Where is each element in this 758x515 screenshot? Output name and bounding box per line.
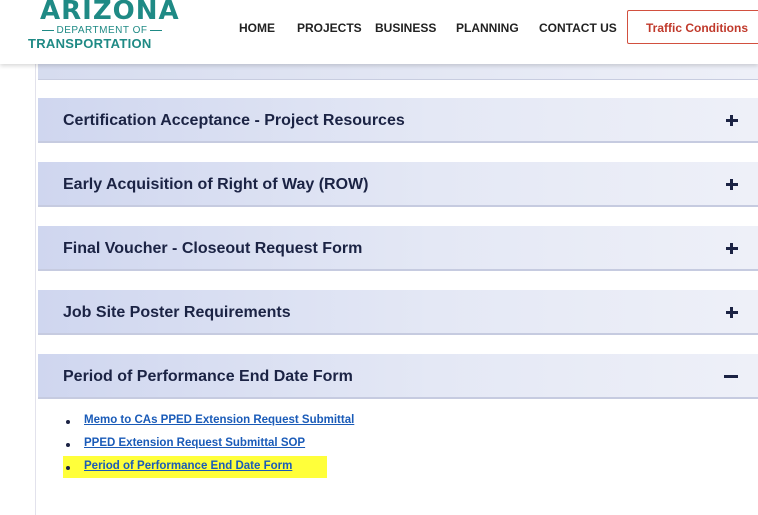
bullet-icon [66,420,70,424]
nav-projects[interactable]: PROJECTS [297,21,362,35]
link-period-of-performance-form[interactable]: Period of Performance End Date Form [84,460,292,472]
plus-icon-vertical [730,179,733,190]
traffic-conditions-button[interactable]: Traffic Conditions [627,10,758,44]
link-pped-sop[interactable]: PPED Extension Request Submittal SOP [84,437,305,449]
accordion-item-title: Period of Performance End Date Form [63,368,353,385]
accordion-item-period-of-performance[interactable]: Period of Performance End Date Form [38,354,758,399]
nav-business[interactable]: BUSINESS [375,21,436,35]
accordion-item-title: Certification Acceptance - Project Resou… [63,112,405,129]
adot-logo[interactable]: ARIZONA DEPARTMENT OF TRANSPORTATION [22,0,182,60]
plus-icon-vertical [730,115,733,126]
logo-transportation-text: TRANSPORTATION [28,36,152,51]
accordion-item-job-site-poster[interactable]: Job Site Poster Requirements [38,290,758,335]
plus-icon-vertical [730,307,733,318]
accordion-item-early-acquisition[interactable]: Early Acquisition of Right of Way (ROW) [38,162,758,207]
bullet-icon [66,466,70,470]
logo-arizona-text: ARIZONA [40,0,180,26]
logo-dept-line: DEPARTMENT OF [22,25,182,36]
nav-planning[interactable]: PLANNING [456,21,519,35]
nav-home[interactable]: HOME [239,21,275,35]
accordion-container: Certification Acceptance - Project Resou… [35,64,758,515]
link-memo-to-cas[interactable]: Memo to CAs PPED Extension Request Submi… [84,414,354,426]
plus-icon-vertical [730,243,733,254]
site-header: ARIZONA DEPARTMENT OF TRANSPORTATION HOM… [0,0,758,64]
nav-contact-us[interactable]: CONTACT US [539,21,617,35]
logo-dept-text: DEPARTMENT OF [56,25,148,36]
bullet-icon [66,443,70,447]
accordion-item-partial[interactable] [38,64,758,80]
accordion-item-certification-acceptance[interactable]: Certification Acceptance - Project Resou… [38,98,758,143]
accordion-item-final-voucher[interactable]: Final Voucher - Closeout Request Form [38,226,758,271]
accordion-item-title: Final Voucher - Closeout Request Form [63,240,363,257]
accordion-item-title: Early Acquisition of Right of Way (ROW) [63,176,369,193]
accordion-item-title: Job Site Poster Requirements [63,304,291,321]
minus-icon [724,375,738,378]
